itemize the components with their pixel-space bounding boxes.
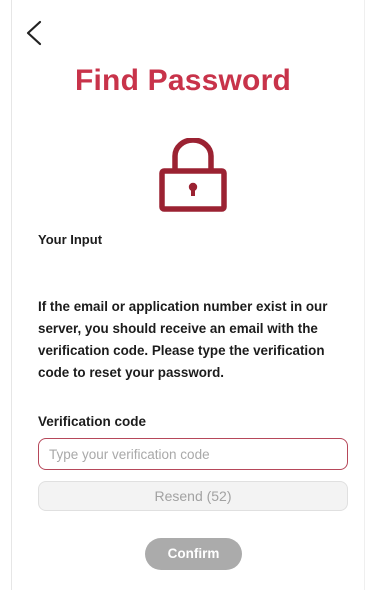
back-button[interactable] [22, 18, 48, 48]
verification-code-input[interactable] [38, 438, 348, 470]
chevron-left-icon [22, 18, 48, 48]
verification-code-label: Verification code [38, 414, 147, 429]
instructions-text: If the email or application number exist… [38, 299, 328, 380]
resend-button[interactable]: Resend (52) [38, 481, 348, 511]
your-input-label: Your Input [38, 232, 103, 247]
lock-icon [158, 138, 228, 212]
page-title: Find Password [75, 64, 291, 97]
find-password-screen: Find Password Your Input If the email or… [0, 0, 366, 590]
confirm-button[interactable]: Confirm [145, 538, 242, 570]
